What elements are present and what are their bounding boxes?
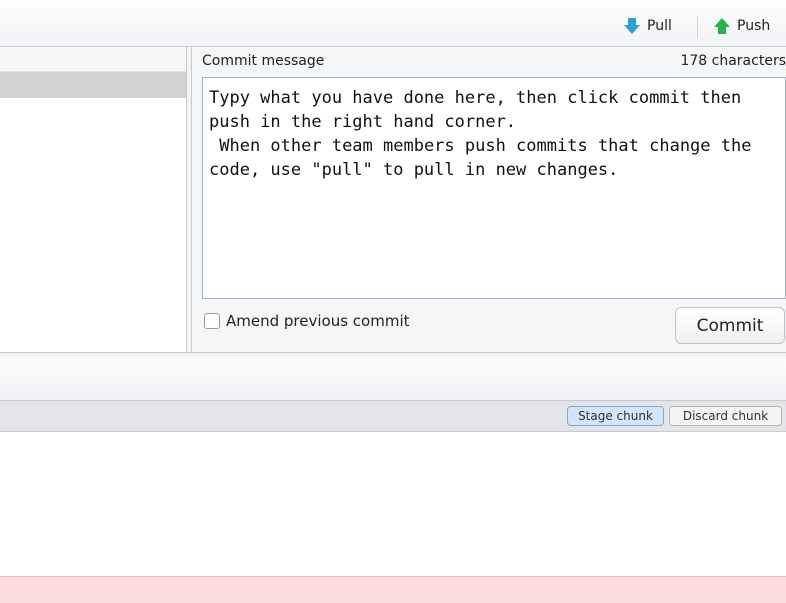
commit-button[interactable]: Commit — [675, 307, 785, 344]
toolbar-separator — [697, 16, 698, 38]
push-button[interactable]: Push — [714, 15, 770, 37]
push-label: Push — [737, 18, 771, 34]
diff-toolbar — [0, 357, 786, 401]
chunk-header: Stage chunk Discard chunk — [0, 401, 786, 432]
selected-file-row[interactable] — [0, 72, 186, 98]
file-list-header — [0, 47, 186, 72]
commit-message-label: Commit message — [202, 53, 325, 69]
discard-chunk-button[interactable]: Discard chunk — [669, 406, 782, 426]
removed-line — [0, 576, 786, 603]
amend-checkbox[interactable] — [204, 313, 220, 329]
commit-pane: Commit message 178 characters Typy what … — [192, 47, 786, 352]
top-toolbar: Pull Push — [0, 7, 786, 47]
pull-label: Pull — [647, 18, 672, 34]
amend-previous-commit[interactable]: Amend previous commit — [204, 312, 410, 330]
pull-button[interactable]: Pull — [624, 15, 672, 37]
diff-view — [0, 432, 786, 576]
stage-chunk-button[interactable]: Stage chunk — [567, 406, 664, 426]
changed-files-pane — [0, 47, 186, 352]
commit-message-input[interactable]: Typy what you have done here, then click… — [202, 77, 786, 299]
push-arrow-icon — [714, 18, 730, 34]
amend-label: Amend previous commit — [226, 312, 410, 330]
pull-arrow-icon — [624, 18, 640, 34]
character-count: 178 characters — [680, 53, 786, 69]
